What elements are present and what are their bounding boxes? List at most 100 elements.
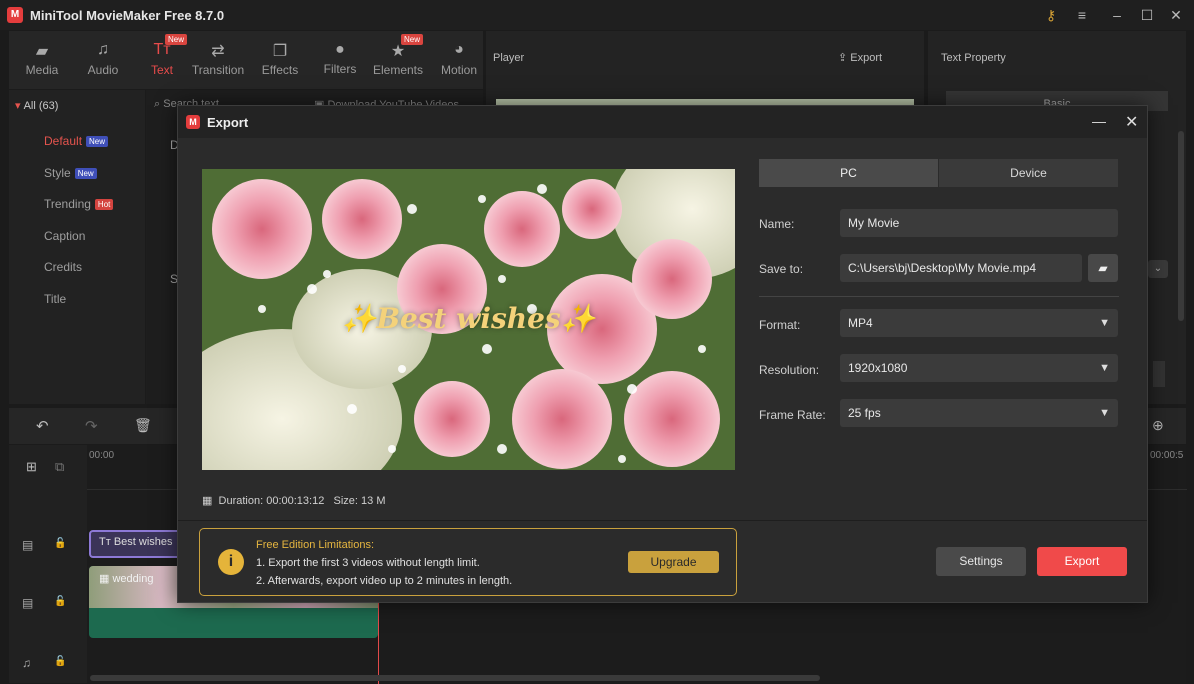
caret-down-icon: ▾: [15, 100, 21, 112]
export-icon: ⇪: [838, 52, 848, 64]
category-style[interactable]: Style New: [44, 166, 97, 180]
menu-icon[interactable]: ≡: [1073, 6, 1091, 24]
tool-motion[interactable]: ◕ Motion: [429, 31, 489, 89]
chevron-down-icon: ▼: [1099, 362, 1110, 374]
player-export-button[interactable]: ⇪ Export: [838, 51, 882, 64]
elements-icon: ★: [390, 43, 406, 60]
info-icon: i: [218, 549, 244, 575]
transition-icon: ⇄: [211, 43, 225, 60]
category-trending[interactable]: Trending Hot: [44, 197, 114, 211]
chevron-down-icon[interactable]: ⌄: [1148, 260, 1168, 278]
size-text: Size: 13 M: [333, 495, 386, 507]
app-logo: M: [7, 7, 23, 23]
playhead[interactable]: [378, 600, 379, 684]
app-logo: M: [186, 115, 200, 129]
save-path-field[interactable]: C:\Users\bj\Desktop\My Movie.mp4: [840, 254, 1082, 282]
category-title[interactable]: Title: [44, 292, 66, 306]
export-dialog: M Export — ✕ ✨Best wishes✨ ▦ Duration: 0…: [177, 105, 1148, 603]
tool-effects[interactable]: ❐ Effects: [250, 31, 310, 89]
copy-track-icon[interactable]: ⧉: [55, 459, 64, 475]
music-icon: ♫: [97, 41, 109, 58]
track-headers: ⊞ ⧉ ▤ 🔓 ▤ 🔓 ♫ 🔓: [9, 445, 87, 683]
lock-icon[interactable]: 🔓: [54, 538, 66, 549]
sparkle-icon: ✨: [341, 302, 377, 335]
timeline-end-time: 00:00:5: [1150, 450, 1184, 461]
close-window-icon[interactable]: ✕: [1167, 6, 1185, 24]
lock-icon[interactable]: 🔓: [54, 596, 66, 607]
divider: [759, 296, 1119, 297]
app-title: MiniTool MovieMaker Free 8.7.0: [30, 8, 225, 23]
upgrade-button[interactable]: Upgrade: [628, 551, 719, 573]
tool-audio[interactable]: ♫ Audio: [73, 31, 133, 89]
effects-icon: ❐: [272, 43, 288, 60]
add-track-icon[interactable]: ⊞: [26, 459, 37, 475]
minimize-icon[interactable]: –: [1108, 6, 1126, 24]
film-icon: ▦: [99, 573, 110, 585]
name-field[interactable]: My Movie: [840, 209, 1118, 237]
settings-button[interactable]: Settings: [936, 547, 1026, 576]
film-icon: ▦: [202, 495, 213, 507]
horizontal-scrollbar[interactable]: [90, 675, 820, 681]
search-icon: ⌕: [154, 98, 161, 110]
limit-line-2: 2. Afterwards, export video up to 2 minu…: [256, 575, 513, 587]
scrollbar[interactable]: [1178, 131, 1184, 321]
free-edition-limitations: i Free Edition Limitations: 1. Export th…: [199, 528, 737, 596]
divider: [178, 520, 1147, 521]
chevron-down-icon: ▼: [1099, 407, 1110, 419]
filters-icon: ●: [335, 41, 345, 58]
title-bar: M MiniTool MovieMaker Free 8.7.0 ⚷ ≡ – ☐…: [0, 0, 1194, 30]
tool-filters[interactable]: ● Filters: [310, 31, 370, 89]
tab-pc[interactable]: PC: [759, 159, 938, 187]
property-title: Text Property: [941, 52, 1006, 64]
category-credits[interactable]: Credits: [44, 260, 82, 274]
maximize-icon[interactable]: ☐: [1138, 6, 1156, 24]
property-widget[interactable]: [1153, 361, 1165, 387]
dialog-title: Export: [207, 115, 249, 130]
tool-text[interactable]: New Tт Text: [132, 31, 192, 89]
frame-rate-select[interactable]: 25 fps ▼: [840, 399, 1118, 427]
folder-icon: ▰: [35, 43, 49, 60]
delete-icon[interactable]: 🗑: [134, 417, 152, 434]
tool-media[interactable]: ▰ Media: [12, 31, 72, 89]
text-icon: Tт: [99, 536, 111, 548]
redo-icon[interactable]: ↷: [85, 417, 98, 435]
tool-elements[interactable]: New ★ Elements: [368, 31, 428, 89]
undo-icon[interactable]: ↶: [36, 417, 49, 435]
duration-text: Duration: 00:00:13:12: [218, 495, 325, 507]
player-title: Player: [493, 52, 525, 64]
format-label: Format:: [759, 318, 801, 332]
category-caption[interactable]: Caption: [44, 229, 85, 243]
frame-rate-label: Frame Rate:: [759, 408, 826, 422]
tool-transition[interactable]: ⇄ Transition: [188, 31, 248, 89]
export-info: ▦ Duration: 00:00:13:12 Size: 13 M: [202, 494, 385, 507]
timeline-start-time: 00:00: [89, 450, 115, 461]
format-select[interactable]: MP4 ▼: [840, 309, 1118, 337]
new-badge: New: [74, 168, 97, 180]
dialog-title-bar: M Export — ✕: [178, 106, 1147, 138]
tab-device[interactable]: Device: [939, 159, 1118, 187]
sparkle-icon: ✨: [560, 302, 596, 335]
category-default[interactable]: Default New: [44, 134, 109, 148]
add-icon[interactable]: ⊕: [1152, 417, 1164, 434]
video-track-icon: ▤: [22, 596, 34, 610]
preview-overlay-text: ✨Best wishes✨: [341, 302, 596, 335]
export-button[interactable]: Export: [1037, 547, 1127, 576]
save-to-label: Save to:: [759, 262, 804, 276]
minimize-icon[interactable]: —: [1092, 113, 1106, 129]
folder-icon: ▰: [1098, 261, 1108, 275]
name-label: Name:: [759, 217, 795, 231]
text-icon: Tт: [153, 41, 171, 58]
resolution-select[interactable]: 1920x1080 ▼: [840, 354, 1118, 382]
hot-badge: Hot: [94, 199, 114, 211]
close-icon[interactable]: ✕: [1125, 112, 1138, 132]
category-all[interactable]: ▾ All (63): [15, 99, 58, 112]
text-track-icon: ▤: [22, 538, 34, 552]
key-icon[interactable]: ⚷: [1042, 6, 1060, 24]
media-toolbar: ▰ Media ♫ Audio New Tт Text ⇄ Transition ❐ Eff…: [9, 31, 483, 89]
lock-icon[interactable]: 🔓: [54, 656, 66, 667]
new-badge: New: [86, 136, 109, 148]
chevron-down-icon: ▼: [1099, 317, 1110, 329]
browse-folder-button[interactable]: ▰: [1088, 254, 1118, 282]
resolution-label: Resolution:: [759, 363, 820, 377]
text-clip[interactable]: Tт Best wishes: [89, 530, 181, 558]
